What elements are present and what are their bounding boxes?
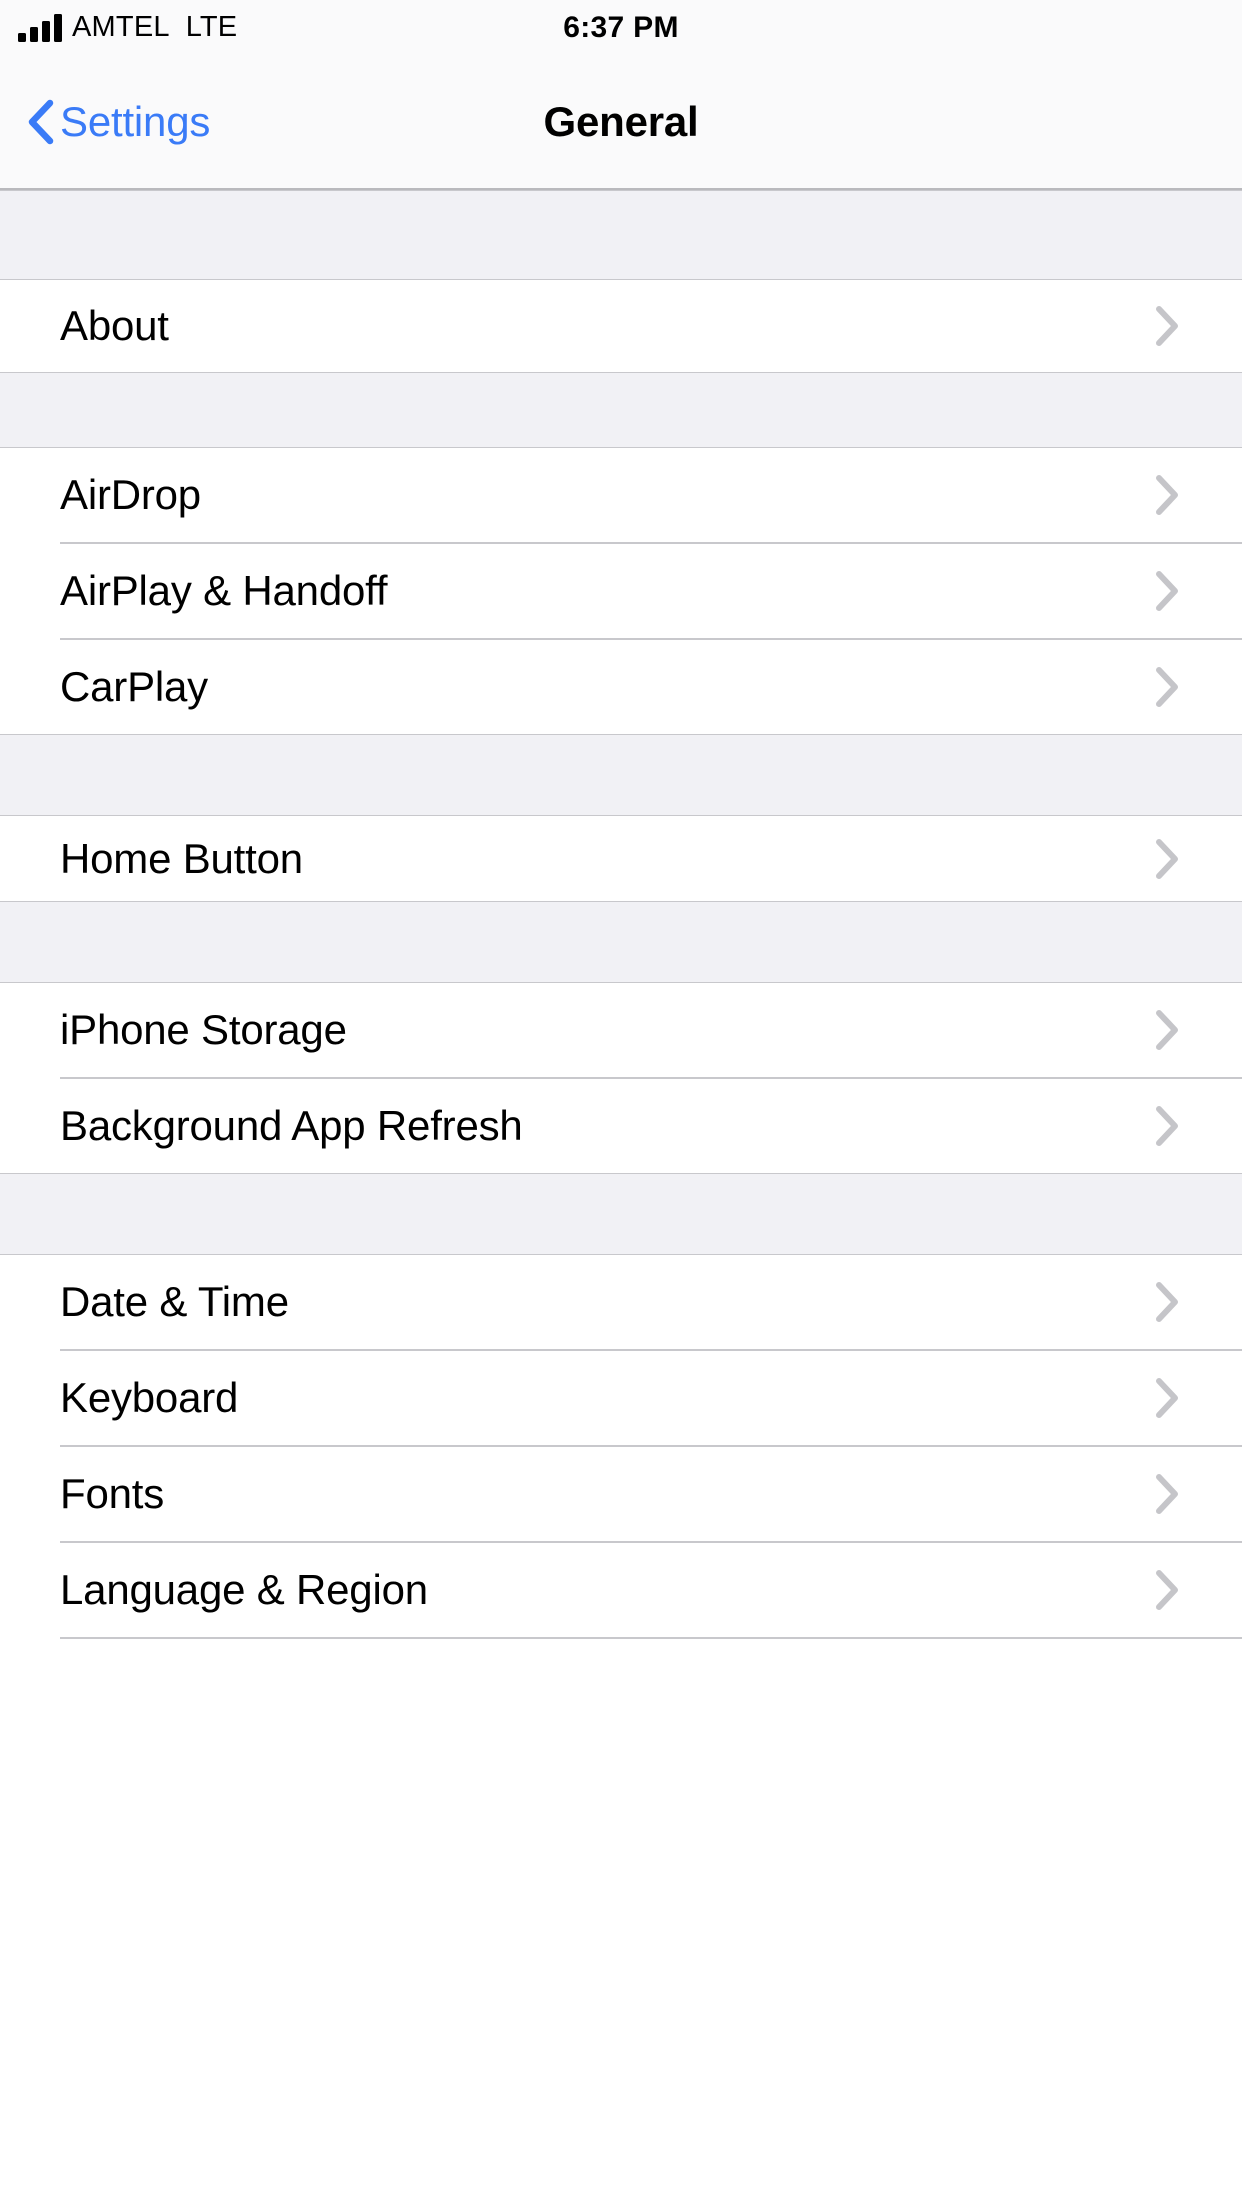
section-gap-localization xyxy=(0,1173,1242,1255)
row-home-button[interactable]: Home Button xyxy=(0,816,1242,901)
status-bar-clock: 6:37 PM xyxy=(563,10,679,44)
chevron-right-icon xyxy=(1156,571,1178,611)
section-gap-connectivity xyxy=(0,372,1242,448)
row-label-language-region: Language & Region xyxy=(60,1566,428,1613)
navigation-bar: Settings General xyxy=(0,55,1242,190)
status-bar: AMTEL LTE 6:37 PM xyxy=(0,0,1242,55)
row-fonts[interactable]: Fonts xyxy=(0,1447,1242,1541)
section-gap-storage xyxy=(0,901,1242,983)
chevron-right-icon xyxy=(1156,1282,1178,1322)
row-separator xyxy=(60,1637,1242,1639)
settings-general-screen: AMTEL LTE 6:37 PM Settings General About xyxy=(0,0,1242,2208)
row-label-date-time: Date & Time xyxy=(60,1278,289,1325)
row-date-time[interactable]: Date & Time xyxy=(0,1255,1242,1349)
row-label-iphone-storage: iPhone Storage xyxy=(60,1006,347,1053)
row-airdrop[interactable]: AirDrop xyxy=(0,448,1242,542)
row-label-airdrop: AirDrop xyxy=(60,471,201,518)
row-language-region[interactable]: Language & Region xyxy=(0,1543,1242,1637)
chevron-right-icon xyxy=(1156,838,1178,879)
row-label-fonts: Fonts xyxy=(60,1470,165,1517)
section-home-button: Home Button xyxy=(0,816,1242,901)
row-label-home-button: Home Button xyxy=(60,834,303,882)
chevron-right-icon xyxy=(1156,1010,1178,1050)
row-label-about: About xyxy=(60,302,169,349)
row-carplay[interactable]: CarPlay xyxy=(0,640,1242,734)
settings-table: About AirDrop AirPlay & Handoff CarPlay … xyxy=(0,190,1242,1639)
row-airplay-handoff[interactable]: AirPlay & Handoff xyxy=(0,544,1242,638)
chevron-right-icon xyxy=(1156,475,1178,515)
chevron-right-icon xyxy=(1156,1570,1178,1610)
section-connectivity: AirDrop AirPlay & Handoff CarPlay xyxy=(0,448,1242,734)
chevron-right-icon xyxy=(1156,306,1178,346)
page-title: General xyxy=(543,97,699,145)
row-label-background-app-refresh: Background App Refresh xyxy=(60,1102,523,1149)
row-iphone-storage[interactable]: iPhone Storage xyxy=(0,983,1242,1077)
row-label-keyboard: Keyboard xyxy=(60,1374,239,1421)
row-keyboard[interactable]: Keyboard xyxy=(0,1351,1242,1445)
row-about[interactable]: About xyxy=(0,280,1242,372)
row-background-app-refresh[interactable]: Background App Refresh xyxy=(0,1079,1242,1173)
chevron-right-icon xyxy=(1156,1106,1178,1146)
section-storage: iPhone Storage Background App Refresh xyxy=(0,983,1242,1173)
section-gap-home-button xyxy=(0,734,1242,816)
row-label-carplay: CarPlay xyxy=(60,663,208,710)
section-about: About xyxy=(0,280,1242,372)
section-gap-about xyxy=(0,190,1242,280)
row-label-airplay-handoff: AirPlay & Handoff xyxy=(60,567,388,614)
chevron-right-icon xyxy=(1156,667,1178,707)
chevron-right-icon xyxy=(1156,1378,1178,1418)
section-localization: Date & Time Keyboard Fonts Language & Re… xyxy=(0,1255,1242,1639)
chevron-right-icon xyxy=(1156,1474,1178,1514)
